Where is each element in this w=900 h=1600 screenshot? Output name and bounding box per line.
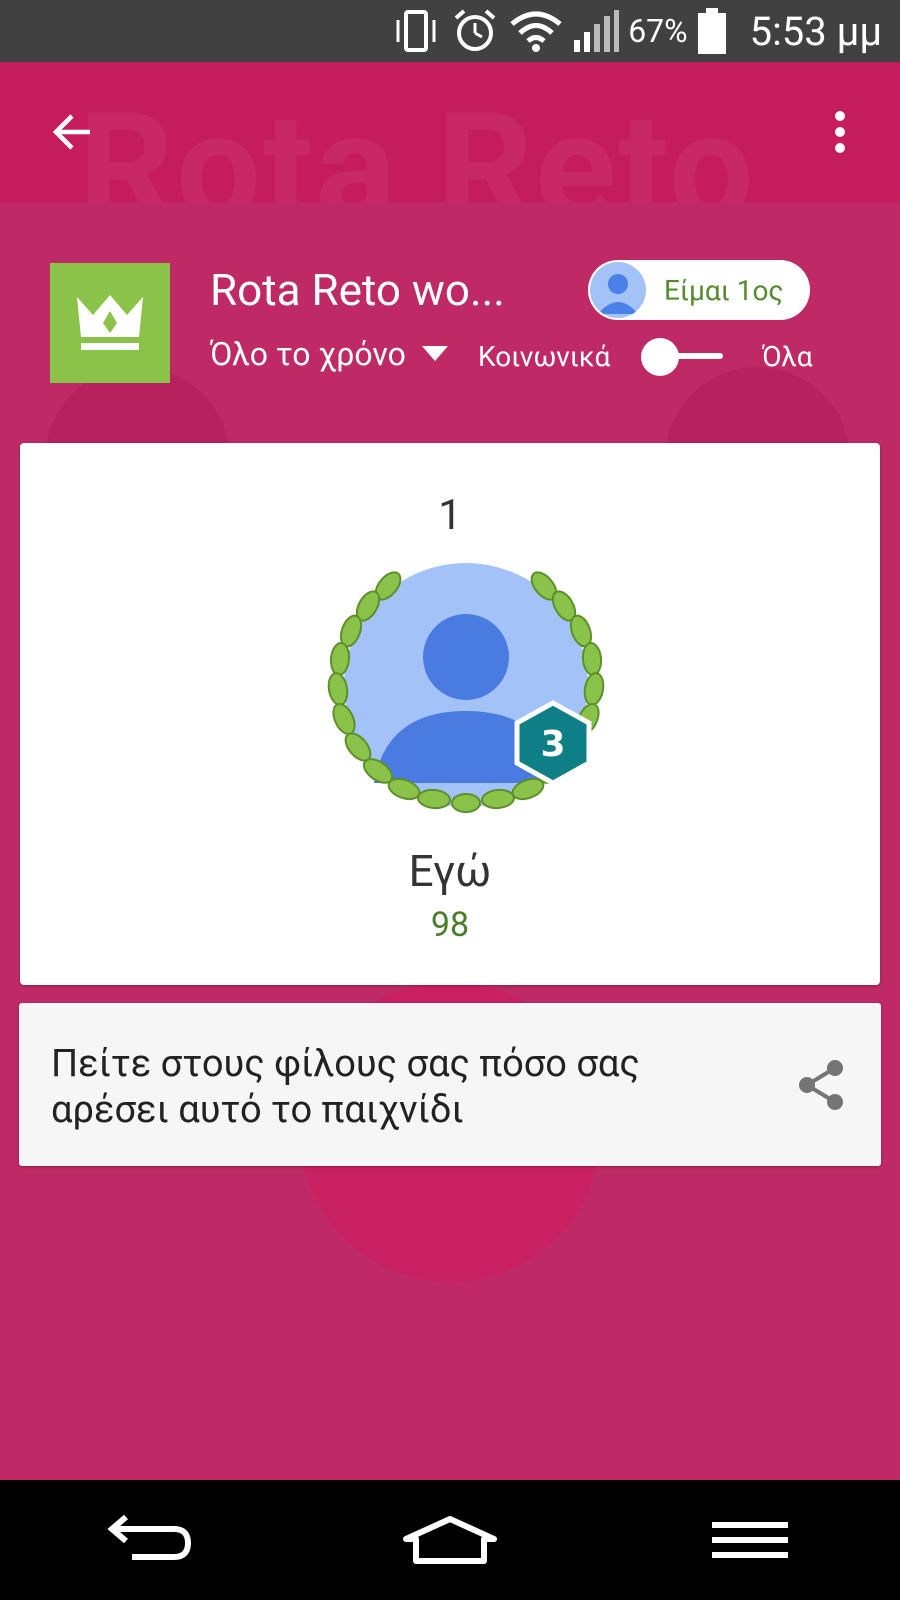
share-icon [799, 1060, 843, 1110]
back-button[interactable] [42, 102, 102, 162]
all-filter-label: Όλα [762, 340, 813, 373]
battery-percent: 67% [628, 12, 688, 50]
wifi-icon [508, 6, 564, 56]
nav-back-button[interactable] [90, 1500, 210, 1580]
signal-icon [570, 6, 620, 56]
share-text: Πείτε στους φίλους σας πόσο σας αρέσει α… [51, 1042, 640, 1132]
clock: 5:53 μμ [749, 7, 882, 55]
social-all-toggle[interactable] [641, 338, 723, 376]
game-icon [50, 263, 170, 383]
vibrate-icon [392, 6, 442, 56]
me-rank-label: Είμαι 1ος [664, 273, 784, 307]
time-filter-label: Όλο το χρόνο [210, 335, 406, 373]
arrow-back-icon [52, 114, 90, 150]
level-badge: 3 [514, 700, 592, 786]
watermark: Rota Reto [78, 80, 756, 202]
back-nav-icon [107, 1515, 192, 1560]
navigation-bar [0, 1480, 900, 1600]
nav-home-button[interactable] [390, 1500, 510, 1580]
time-filter-dropdown[interactable]: Όλο το χρόνο [210, 335, 448, 373]
more-vert-icon [835, 111, 845, 153]
status-bar: 67% 5:53 μμ [0, 0, 900, 62]
player-name: Εγώ [408, 845, 492, 897]
game-title: Rota Reto wo... [210, 264, 505, 316]
share-button[interactable] [791, 1055, 851, 1115]
rank-number: 1 [438, 491, 462, 540]
player-score: 98 [430, 905, 470, 945]
home-nav-icon [403, 1516, 497, 1564]
me-rank-pill[interactable]: Είμαι 1ος [588, 260, 810, 320]
social-filter-label: Κοινωνικά [478, 340, 611, 373]
more-options-button[interactable] [820, 102, 860, 162]
alarm-icon [450, 6, 500, 56]
toggle-thumb [641, 338, 679, 376]
leader-card[interactable]: 1 3 Εγώ 98 [20, 443, 880, 985]
person-icon [598, 274, 638, 314]
crown-icon [77, 295, 143, 350]
menu-nav-icon [712, 1522, 788, 1558]
avatar [590, 262, 646, 318]
share-card[interactable]: Πείτε στους φίλους σας πόσο σας αρέσει α… [19, 1003, 881, 1166]
app-bar: Rota Reto [0, 62, 900, 202]
battery-icon [696, 6, 728, 56]
nav-menu-button[interactable] [690, 1500, 810, 1580]
player-avatar: 3 [316, 561, 616, 831]
dropdown-triangle-icon [421, 346, 448, 361]
level-badge-number: 3 [540, 724, 565, 765]
